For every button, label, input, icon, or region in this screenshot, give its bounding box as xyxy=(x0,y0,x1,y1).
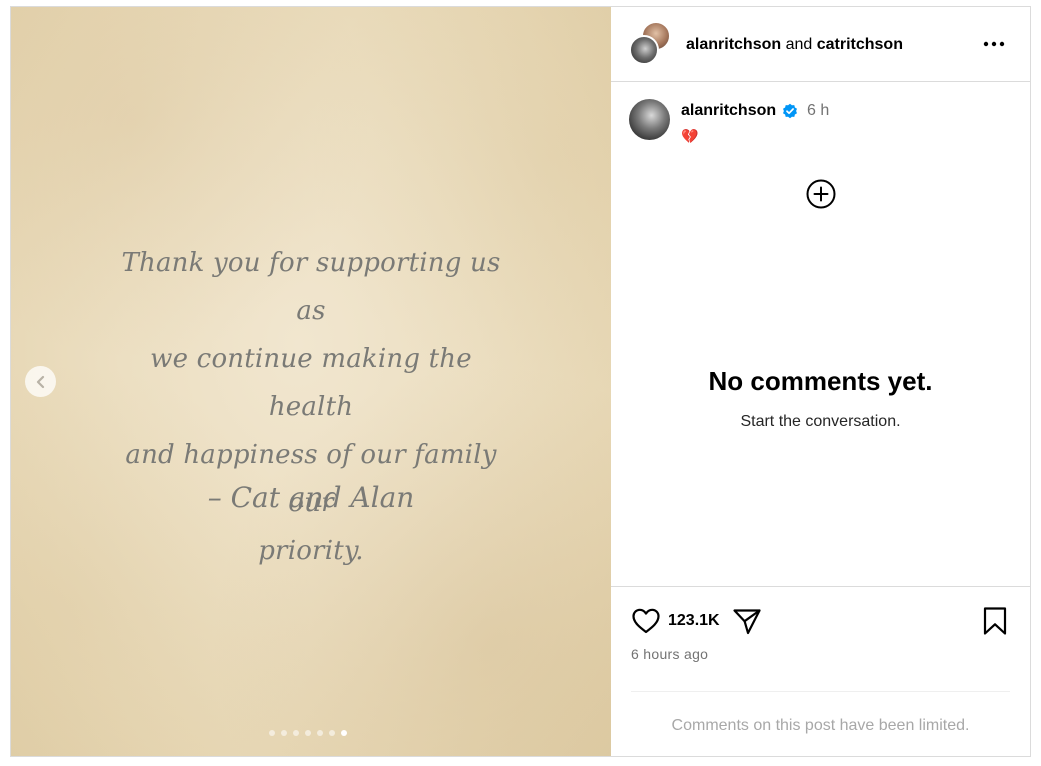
divider xyxy=(631,691,1010,692)
quote-line: Thank you for supporting us as xyxy=(121,248,501,326)
more-options-button[interactable] xyxy=(981,33,1007,55)
caption: alanritchson 6 h 💔 xyxy=(629,99,1019,149)
carousel-indicator xyxy=(269,730,347,736)
carousel-prev-button[interactable] xyxy=(25,366,56,397)
carousel-dot xyxy=(317,730,323,736)
quote-signature: – Cat and Alan xyxy=(207,481,415,514)
bookmark-icon xyxy=(983,607,1007,635)
carousel-dot-active xyxy=(341,730,347,736)
post-dialog: Thank you for supporting us as we contin… xyxy=(10,6,1031,757)
collab-avatars[interactable] xyxy=(629,21,673,67)
add-comment-button[interactable] xyxy=(805,178,837,210)
post-timestamp[interactable]: 6 hours ago xyxy=(631,645,708,663)
caption-text: 💔 xyxy=(681,128,699,144)
post-header: alanritchson and catritchson xyxy=(611,7,1030,82)
verified-badge-icon xyxy=(783,103,797,119)
quote-line: priority. xyxy=(258,536,364,566)
username-link[interactable]: alanritchson xyxy=(686,36,781,53)
collab-usernames: alanritchson and catritchson xyxy=(686,35,903,55)
post-media: Thank you for supporting us as we contin… xyxy=(11,7,611,756)
avatar[interactable] xyxy=(629,99,670,140)
carousel-dot xyxy=(281,730,287,736)
like-button[interactable] xyxy=(630,605,662,637)
quote-line: we continue making the health xyxy=(150,344,472,422)
caption-username[interactable]: alanritchson xyxy=(681,101,776,121)
empty-comments-subtitle: Start the conversation. xyxy=(740,413,901,430)
quote-text: Thank you for supporting us as we contin… xyxy=(111,239,511,575)
carousel-dot xyxy=(293,730,299,736)
empty-comments-title: No comments yet. xyxy=(708,366,933,396)
save-button[interactable] xyxy=(980,605,1010,637)
post-side-panel: alanritchson and catritchson alanritchso… xyxy=(611,7,1030,756)
carousel-dot xyxy=(329,730,335,736)
share-button[interactable] xyxy=(731,605,763,637)
header-conjunction: and xyxy=(781,36,817,53)
avatar xyxy=(629,35,659,65)
comments-limited-notice: Comments on this post have been limited. xyxy=(671,717,970,734)
heart-icon xyxy=(632,608,660,634)
like-count[interactable]: 123.1K xyxy=(668,611,720,631)
send-icon xyxy=(733,609,761,635)
caption-time[interactable]: 6 h xyxy=(807,101,829,121)
carousel-dot xyxy=(305,730,311,736)
username-link[interactable]: catritchson xyxy=(817,36,903,53)
chevron-left-icon xyxy=(36,375,44,388)
more-horizontal-icon xyxy=(983,41,1005,47)
plus-circle-icon xyxy=(806,179,836,209)
divider xyxy=(611,586,1030,587)
carousel-dot xyxy=(269,730,275,736)
